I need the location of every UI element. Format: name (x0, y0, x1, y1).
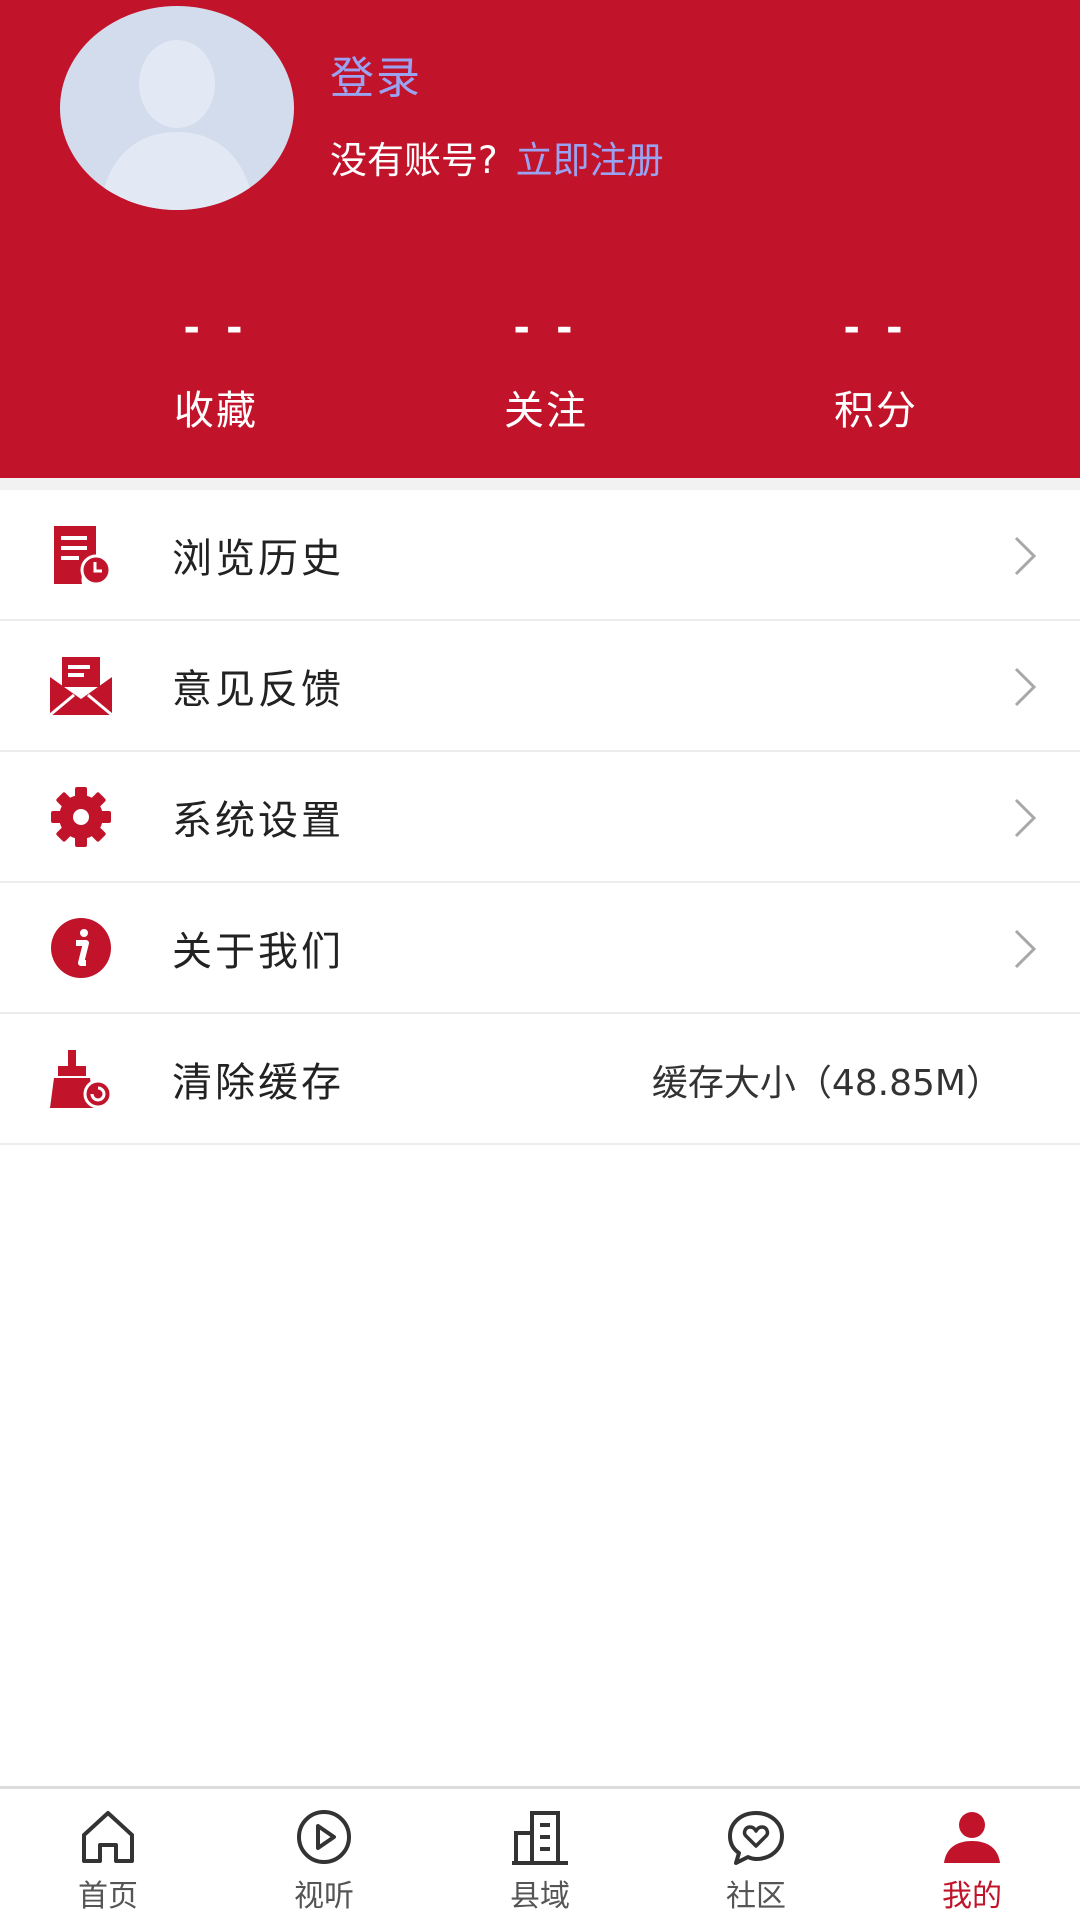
stat-value: - - (513, 305, 579, 351)
history-icon (54, 526, 112, 586)
default-user-silhouette-icon (100, 40, 254, 210)
menu-item-label: 清除缓存 (172, 1060, 344, 1106)
feedback-mail-icon (49, 657, 113, 717)
bottom-tab-bar: 首页 视听 县域 社区 我的 (0, 1786, 1080, 1920)
stat-label: 积分 (834, 388, 918, 434)
menu-item-history[interactable]: 浏览历史 (0, 490, 1080, 621)
stat-value: - - (843, 305, 909, 351)
broom-icon (50, 1050, 113, 1109)
menu-item-feedback[interactable]: 意见反馈 (0, 621, 1080, 752)
tab-mine[interactable]: 我的 (864, 1789, 1080, 1920)
tab-label: 我的 (942, 1879, 1002, 1914)
menu-item-about[interactable]: 关于我们 (0, 883, 1080, 1014)
building-icon (512, 1811, 568, 1865)
chat-heart-icon (728, 1811, 784, 1865)
home-icon (82, 1811, 134, 1863)
tab-home[interactable]: 首页 (0, 1789, 216, 1920)
cache-size-value: 缓存大小（48.85M） (651, 1063, 1002, 1104)
register-prompt: 没有账号? 立即注册 (330, 130, 664, 184)
tab-media[interactable]: 视听 (216, 1789, 432, 1920)
tab-community[interactable]: 社区 (648, 1789, 864, 1920)
chevron-right-icon (1014, 667, 1037, 707)
register-link[interactable]: 立即注册 (516, 139, 664, 182)
chevron-right-icon (1014, 929, 1037, 969)
info-icon (51, 918, 111, 978)
tab-county[interactable]: 县域 (432, 1789, 648, 1920)
menu-item-label: 浏览历史 (172, 536, 344, 582)
tab-label: 首页 (78, 1879, 138, 1914)
profile-page: 登录 没有账号? 立即注册 - - 收藏 - - 关注 - - 积分 浏览历史 … (0, 0, 1080, 1920)
settings-menu: 浏览历史 意见反馈 系统设置 关于我们 清除缓存 缓存大小（48.85M） (0, 490, 1080, 1145)
avatar[interactable] (60, 6, 294, 210)
menu-item-label: 意见反馈 (172, 667, 344, 713)
login-link[interactable]: 登录 (330, 42, 422, 106)
stat-favorites[interactable]: - - 收藏 (86, 300, 346, 436)
stat-follows[interactable]: - - 关注 (416, 300, 676, 436)
section-divider (0, 478, 1080, 490)
tab-label: 社区 (726, 1879, 786, 1914)
user-icon (944, 1812, 1000, 1863)
no-account-text: 没有账号? (330, 139, 498, 182)
stat-points[interactable]: - - 积分 (746, 300, 1006, 436)
tab-label: 县域 (510, 1879, 570, 1914)
menu-item-clear-cache[interactable]: 清除缓存 缓存大小（48.85M） (0, 1014, 1080, 1145)
stat-value: - - (183, 305, 249, 351)
menu-item-label: 关于我们 (172, 929, 344, 975)
menu-item-settings[interactable]: 系统设置 (0, 752, 1080, 883)
profile-header: 登录 没有账号? 立即注册 - - 收藏 - - 关注 - - 积分 (0, 0, 1080, 478)
menu-item-label: 系统设置 (172, 798, 344, 844)
stat-label: 关注 (504, 388, 588, 434)
stats-row: - - 收藏 - - 关注 - - 积分 (0, 300, 1080, 450)
stat-label: 收藏 (174, 388, 258, 434)
chevron-right-icon (1014, 536, 1037, 576)
tab-label: 视听 (294, 1879, 354, 1914)
play-icon (297, 1810, 351, 1864)
gear-icon (51, 787, 111, 847)
chevron-right-icon (1014, 798, 1037, 838)
